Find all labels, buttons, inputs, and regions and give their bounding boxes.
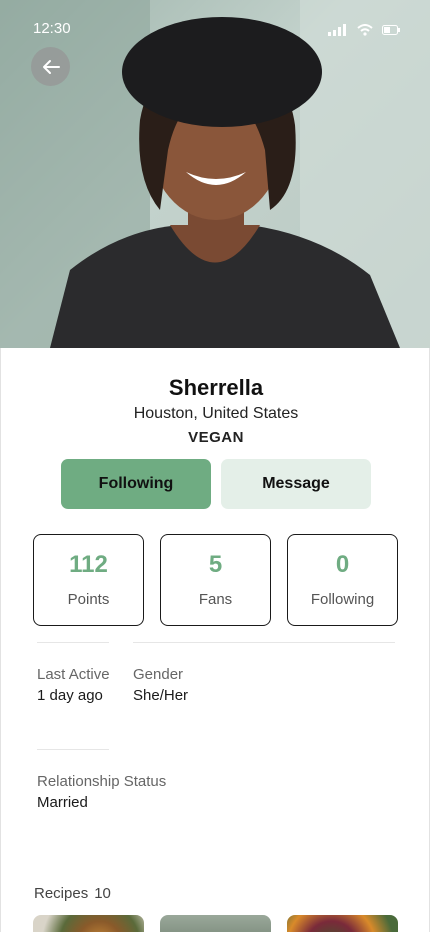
stat-label: Following: [310, 591, 375, 608]
stat-value: 5: [208, 551, 223, 578]
relationship-label: Relationship Status: [37, 773, 167, 790]
stat-points[interactable]: 112 Points: [33, 534, 144, 626]
profile-card: Sherrella Houston, United States VEGAN F…: [0, 348, 430, 932]
gender-label: Gender: [133, 666, 184, 683]
wifi-icon: [357, 24, 373, 36]
diet-label: VEGAN: [188, 429, 244, 446]
recipes-count: 10: [94, 885, 111, 902]
stat-label: Points: [67, 591, 110, 608]
stat-value: 0: [335, 551, 350, 578]
divider: [133, 642, 395, 643]
status-bar: 12:30: [0, 0, 430, 56]
following-button[interactable]: Following: [61, 459, 211, 509]
back-arrow-icon: [42, 59, 60, 74]
stat-fans[interactable]: 5 Fans: [160, 534, 271, 626]
recipe-thumbnail[interactable]: [287, 915, 398, 932]
recipes-label: Recipes: [34, 885, 89, 902]
profile-name: Sherrella: [168, 375, 264, 400]
divider: [37, 642, 109, 643]
message-button[interactable]: Message: [221, 459, 371, 509]
gender-value: She/Her: [133, 687, 189, 704]
last-active-label: Last Active: [37, 666, 110, 683]
recipe-thumbnail[interactable]: [160, 915, 271, 932]
recipe-thumbnail[interactable]: [33, 915, 144, 932]
battery-icon: [382, 25, 400, 35]
last-active-value: 1 day ago: [37, 687, 103, 704]
profile-location: Houston, United States: [133, 405, 299, 422]
signal-icon: [328, 24, 346, 36]
status-icons: [328, 24, 400, 36]
stat-value: 112: [69, 551, 108, 578]
stat-following[interactable]: 0 Following: [287, 534, 398, 626]
status-time: 12:30: [33, 20, 71, 37]
divider: [37, 749, 109, 750]
recipes-heading: Recipes 10: [34, 885, 111, 902]
stat-label: Fans: [198, 591, 233, 608]
relationship-value: Married: [37, 794, 88, 811]
back-button[interactable]: [31, 47, 70, 86]
